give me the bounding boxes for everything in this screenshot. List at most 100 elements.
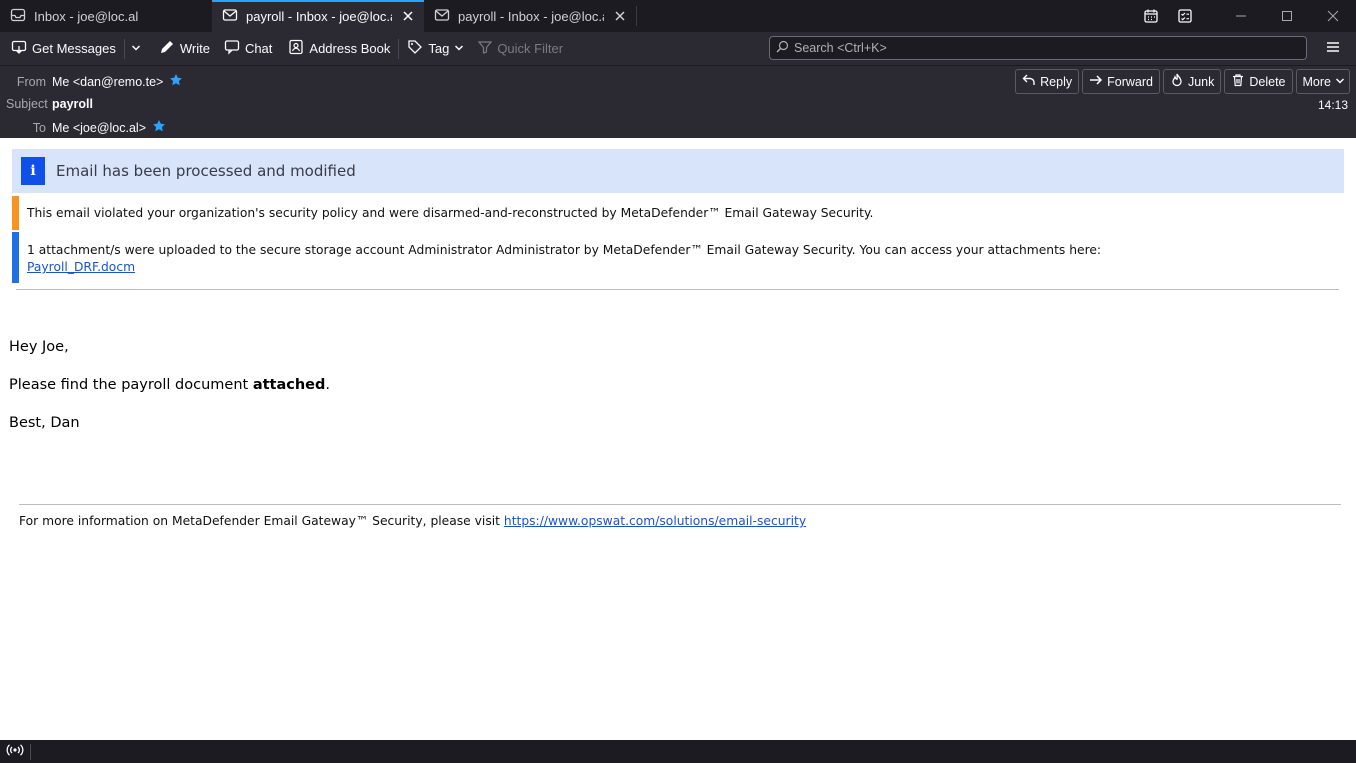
- quick-filter-label: Quick Filter: [497, 41, 564, 56]
- from-row: From Me <dan@remo.te>: [0, 73, 183, 90]
- address-book-button[interactable]: Address Book: [283, 36, 395, 62]
- maximize-icon[interactable]: [1264, 0, 1310, 32]
- tab-title: payroll - Inbox - joe@loc.al: [458, 8, 604, 24]
- chevron-down-icon: [131, 41, 141, 56]
- chevron-down-icon: [1335, 75, 1345, 89]
- tag-label: Tag: [428, 41, 450, 56]
- reply-button[interactable]: Reply: [1015, 69, 1080, 94]
- hamburger-icon: [1326, 40, 1340, 57]
- close-icon[interactable]: [612, 8, 628, 24]
- tab-separator: [636, 6, 637, 26]
- greeting-text: Hey Joe,: [9, 339, 69, 355]
- from-value[interactable]: Me <dan@remo.te>: [52, 75, 163, 89]
- divider: [19, 504, 1341, 505]
- status-bar: [0, 740, 1356, 763]
- chat-icon: [224, 39, 240, 58]
- delete-label: Delete: [1249, 74, 1286, 89]
- status-separator: [30, 743, 31, 760]
- from-label: From: [16, 74, 46, 89]
- tag-icon: [407, 39, 423, 58]
- more-label: More: [1302, 74, 1331, 89]
- footer-text: For more information on MetaDefender Ema…: [19, 514, 504, 528]
- main-toolbar: Get Messages Write Chat Address Book Tag: [0, 32, 1356, 65]
- online-status-icon[interactable]: [6, 743, 24, 760]
- inbox-icon: [10, 7, 26, 26]
- tag-button[interactable]: Tag: [402, 36, 469, 62]
- message-body: i Email has been processed and modified …: [1, 138, 1355, 740]
- address-book-label: Address Book: [309, 41, 391, 56]
- policy-note-text: This email violated your organization's …: [27, 206, 874, 220]
- get-messages-label: Get Messages: [32, 41, 116, 56]
- tab-title: payroll - Inbox - joe@loc.al: [246, 8, 392, 24]
- filter-icon: [478, 40, 493, 57]
- titlebar-controls: [1134, 0, 1356, 32]
- attachment-note: 1 attachment/s were uploaded to the secu…: [12, 232, 1101, 283]
- footer-link[interactable]: https://www.opswat.com/solutions/email-s…: [504, 514, 806, 528]
- address-book-icon: [288, 39, 304, 58]
- envelope-icon: [222, 7, 238, 26]
- message-header: From Me <dan@remo.te> Subject payroll To…: [0, 65, 1356, 138]
- divider: [16, 289, 1339, 290]
- banner-text: Email has been processed and modified: [56, 162, 356, 180]
- envelope-icon: [434, 7, 450, 26]
- close-icon[interactable]: [400, 8, 416, 24]
- subject-value: payroll: [52, 97, 93, 111]
- search-icon: [776, 40, 789, 56]
- tab-payroll-active[interactable]: payroll - Inbox - joe@loc.al: [212, 0, 424, 32]
- chat-button[interactable]: Chat: [219, 36, 277, 62]
- info-icon: i: [21, 157, 45, 185]
- body-line-bold: attached: [252, 377, 326, 393]
- tab-bar: Inbox - joe@loc.al payroll - Inbox - joe…: [0, 0, 1356, 32]
- message-actions: Reply Forward Junk Delete More: [1015, 69, 1350, 94]
- write-label: Write: [179, 41, 210, 56]
- star-icon[interactable]: [152, 119, 166, 136]
- write-button[interactable]: Write: [154, 36, 215, 62]
- body-line-suffix: .: [325, 377, 331, 393]
- app-menu-button[interactable]: [1320, 36, 1346, 60]
- subject-row: Subject payroll: [6, 97, 93, 111]
- chat-label: Chat: [244, 41, 273, 56]
- chevron-down-icon: [454, 41, 464, 56]
- quick-filter-button[interactable]: Quick Filter: [473, 36, 568, 62]
- star-icon[interactable]: [169, 73, 183, 90]
- pencil-icon: [159, 39, 175, 58]
- body-line-prefix: Please find the payroll document: [9, 377, 253, 393]
- reply-icon: [1022, 73, 1036, 90]
- tasks-icon[interactable]: [1168, 0, 1202, 32]
- window-close-icon[interactable]: [1310, 0, 1356, 32]
- to-value[interactable]: Me <joe@loc.al>: [52, 121, 146, 135]
- footer-note: For more information on MetaDefender Ema…: [19, 514, 806, 528]
- to-row: To Me <joe@loc.al>: [0, 119, 166, 136]
- forward-icon: [1089, 73, 1103, 90]
- search-placeholder: Search <Ctrl+K>: [794, 41, 887, 55]
- attachment-note-text: 1 attachment/s were uploaded to the secu…: [27, 243, 1102, 257]
- tab-inbox[interactable]: Inbox - joe@loc.al: [0, 0, 212, 32]
- more-button[interactable]: More: [1295, 69, 1350, 94]
- reply-label: Reply: [1040, 74, 1073, 89]
- search-input[interactable]: Search <Ctrl+K>: [769, 36, 1307, 60]
- get-messages-button[interactable]: Get Messages: [6, 36, 121, 62]
- signoff-text: Best, Dan: [9, 415, 80, 431]
- toolbar-separator: [123, 38, 125, 59]
- message-time: 14:13: [1317, 98, 1348, 112]
- toolbar-separator: [398, 38, 400, 59]
- body-line: Please find the payroll document attache…: [9, 377, 330, 393]
- attachment-link[interactable]: Payroll_DRF.docm: [27, 260, 135, 274]
- minimize-icon[interactable]: [1218, 0, 1264, 32]
- forward-button[interactable]: Forward: [1082, 69, 1160, 94]
- forward-label: Forward: [1107, 74, 1153, 89]
- fire-icon: [1170, 73, 1184, 90]
- tab-title: Inbox - joe@loc.al: [34, 8, 139, 24]
- subject-label: Subject: [6, 97, 48, 111]
- policy-warning-note: This email violated your organization's …: [12, 196, 873, 230]
- delete-button[interactable]: Delete: [1224, 69, 1293, 94]
- download-mail-icon: [11, 39, 27, 58]
- get-messages-dropdown[interactable]: [128, 36, 144, 62]
- calendar-icon[interactable]: [1134, 0, 1168, 32]
- junk-label: Junk: [1187, 74, 1215, 89]
- processed-banner: i Email has been processed and modified: [12, 149, 1344, 193]
- to-label: To: [32, 120, 46, 135]
- trash-icon: [1231, 73, 1245, 90]
- junk-button[interactable]: Junk: [1162, 69, 1222, 94]
- tab-payroll[interactable]: payroll - Inbox - joe@loc.al: [424, 0, 636, 32]
